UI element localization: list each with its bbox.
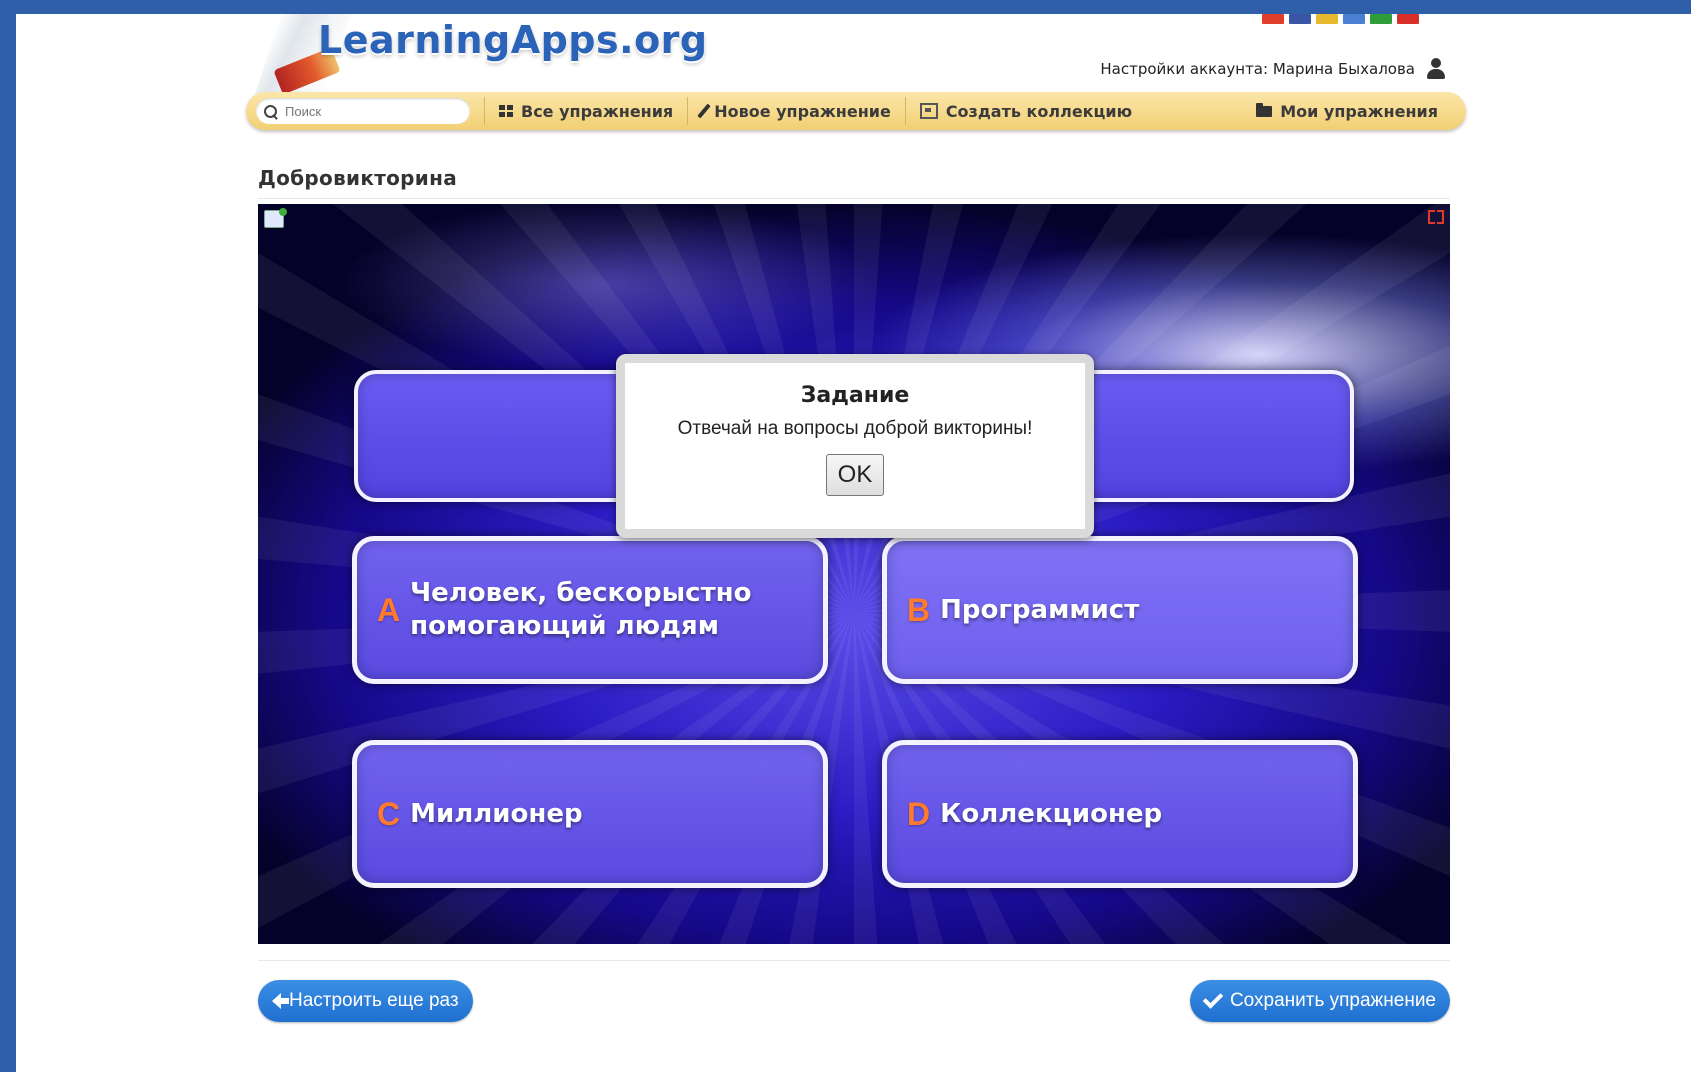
nav-new-exercise-label: Новое упражнение (714, 101, 891, 121)
collection-icon (919, 103, 938, 119)
folder-icon (1256, 102, 1273, 117)
flag-icon[interactable] (1262, 14, 1284, 24)
nav-my-exercises-label: Мои упражнения (1280, 101, 1438, 121)
search-box[interactable] (256, 98, 470, 124)
answer-b[interactable]: B Программист (882, 536, 1358, 684)
account-label[interactable]: Настройки аккаунта: Марина Быхалова (1100, 60, 1415, 78)
flag-icon[interactable] (1343, 14, 1365, 24)
reconfigure-button[interactable]: Настроить еще раз (258, 980, 473, 1022)
answer-letter: B (907, 591, 931, 628)
dialog-text: Отвечай на вопросы доброй викторины! (677, 418, 1033, 439)
search-input[interactable] (285, 103, 445, 119)
quiz-game-area: A Человек, бескорыстно помогающий людям … (258, 204, 1450, 944)
answer-text-line: помогающий людям (410, 611, 719, 641)
answer-text-line: Человек, бескорыстно (410, 578, 752, 608)
nav-all-exercises-label: Все упражнения (521, 101, 674, 121)
answer-text: Миллионер (410, 798, 583, 829)
title-divider (258, 198, 1450, 199)
bottom-divider (258, 960, 1450, 961)
save-label: Сохранить упражнение (1229, 990, 1436, 1011)
answer-text: Коллекционер (940, 798, 1163, 829)
answer-letter: C (377, 795, 401, 832)
answer-c[interactable]: C Миллионер (352, 740, 828, 888)
grid-icon (499, 105, 513, 117)
help-icon[interactable] (264, 208, 287, 228)
arrow-left-icon (272, 993, 289, 1009)
account-settings[interactable]: Настройки аккаунта: Марина Быхалова (1100, 58, 1447, 80)
fullscreen-icon[interactable] (1428, 210, 1444, 224)
task-dialog: Задание Отвечай на вопросы доброй виктор… (616, 354, 1094, 538)
language-flags[interactable] (1262, 14, 1419, 24)
nav-divider (484, 97, 485, 125)
flag-icon[interactable] (1316, 14, 1338, 24)
pencil-icon (697, 103, 711, 119)
flag-icon[interactable] (1370, 14, 1392, 24)
flag-icon[interactable] (1397, 14, 1419, 24)
nav-my-exercises[interactable]: Мои упражнения (1256, 102, 1438, 121)
nav-all-exercises[interactable]: Все упражнения (499, 102, 673, 121)
nav-divider (687, 97, 689, 125)
answer-text: Человек, бескорыстно помогающий людям (410, 577, 751, 643)
answer-text: Программист (940, 594, 1140, 625)
page-title: Добровикторина (258, 166, 457, 190)
answer-d[interactable]: D Коллекционер (882, 740, 1358, 888)
answer-letter: D (907, 795, 931, 832)
answer-letter: A (377, 591, 401, 628)
dialog-title: Задание (800, 383, 910, 408)
site-logo[interactable]: LearningApps.org (318, 18, 708, 62)
user-icon[interactable] (1425, 58, 1447, 80)
nav-divider (904, 97, 906, 125)
flag-icon[interactable] (1289, 14, 1311, 24)
nav-create-collection[interactable]: Создать коллекцию (919, 101, 1133, 121)
main-navbar: Все упражнения Новое упражнение Создать … (246, 92, 1466, 130)
save-exercise-button[interactable]: Сохранить упражнение (1189, 980, 1450, 1022)
reconfigure-label: Настроить еще раз (289, 990, 459, 1011)
check-icon (1202, 988, 1224, 1009)
ok-button[interactable]: OK (826, 454, 884, 496)
answer-a[interactable]: A Человек, бескорыстно помогающий людям (352, 536, 828, 684)
nav-create-collection-label: Создать коллекцию (945, 101, 1133, 121)
nav-new-exercise[interactable]: Новое упражнение (697, 101, 891, 121)
search-icon (264, 104, 277, 118)
